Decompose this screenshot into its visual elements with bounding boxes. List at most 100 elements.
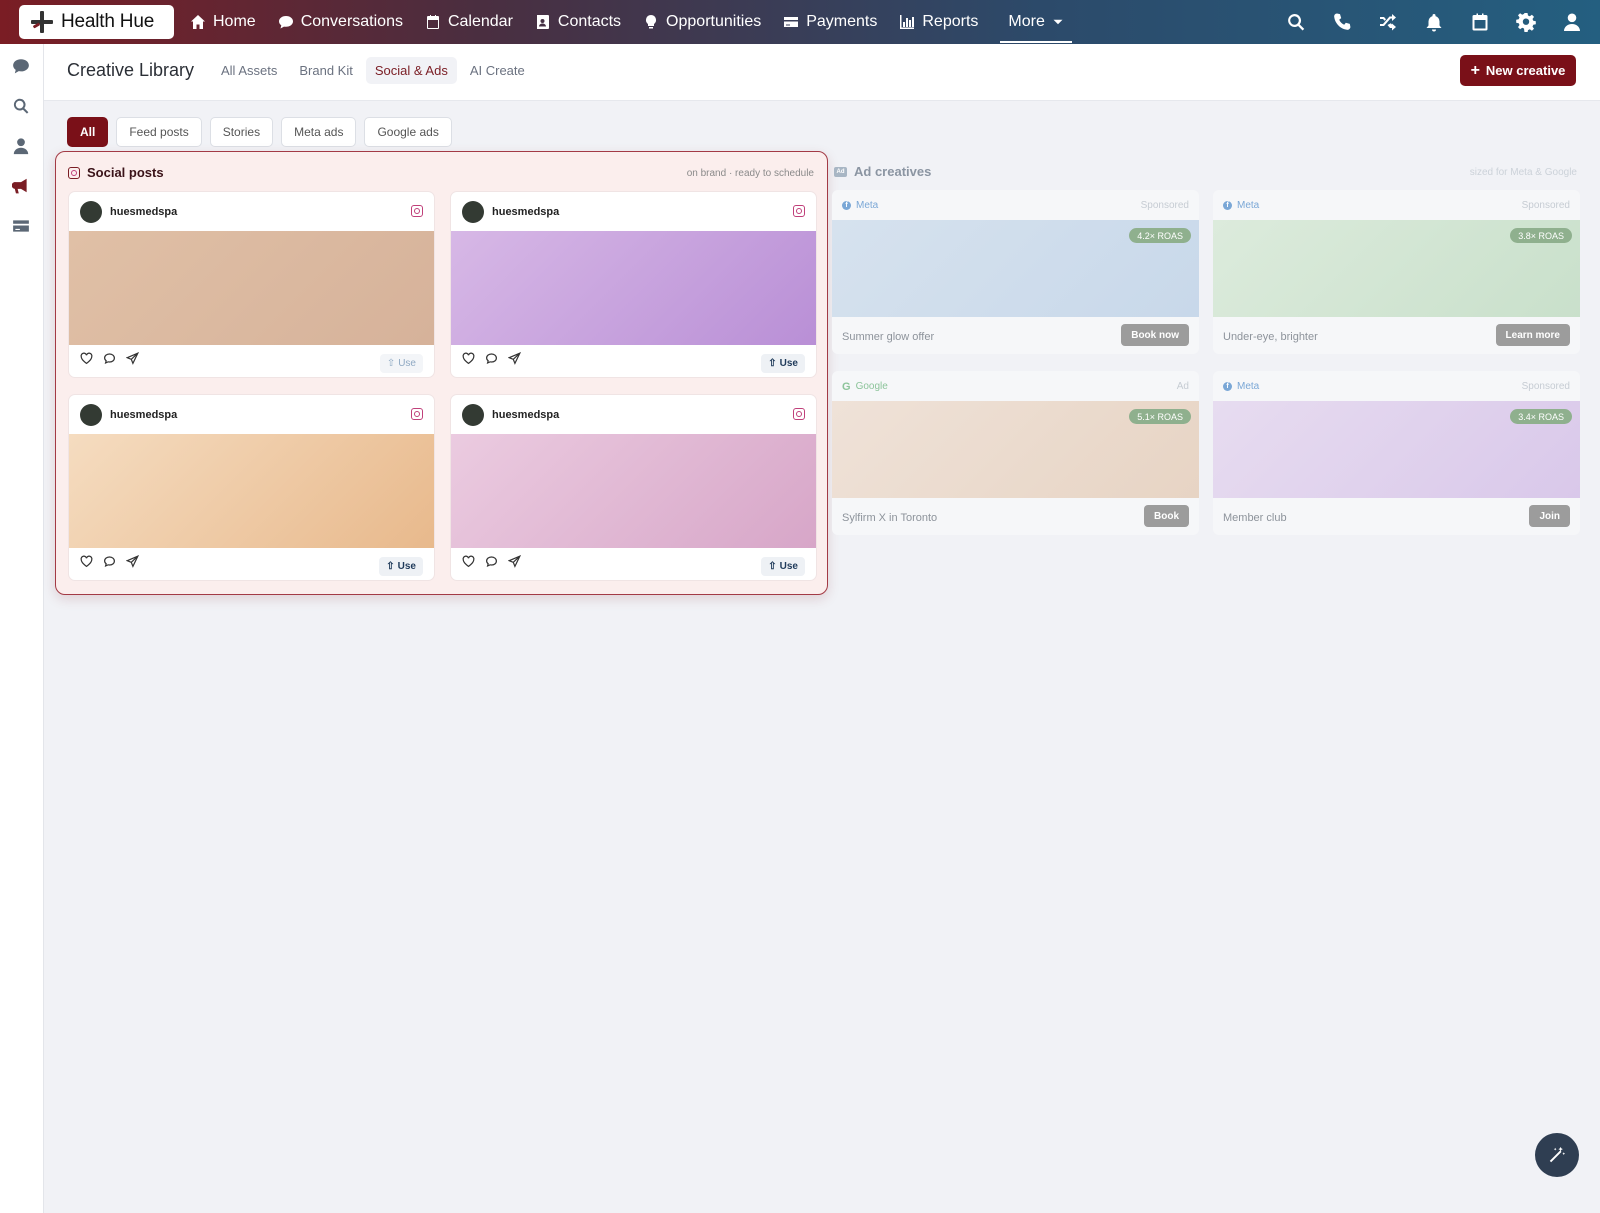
ad-creative-card[interactable]: f Meta Sponsored 3.4× ROAS Member club J… [1213,371,1580,535]
ai-magic-button[interactable] [1535,1133,1579,1177]
tab-all-assets[interactable]: All Assets [212,57,286,84]
sidebar-card-icon[interactable] [12,217,32,237]
nav-opportunities-label: Opportunities [666,13,762,30]
contact-card-icon [536,15,549,29]
ad-platform-label: Meta [856,200,879,211]
post-image [451,434,816,548]
ad-image: 4.2× ROAS [832,220,1199,317]
ad-tag: Sponsored [1140,200,1189,211]
calendar-icon[interactable] [1470,12,1490,32]
post-handle: huesmedspa [492,205,560,218]
use-label: Use [397,561,416,572]
chip-stories[interactable]: Stories [209,117,274,147]
ad-platform-label: Meta [1237,200,1260,211]
social-post-card[interactable]: huesmedspa ⇧ Use [450,191,817,378]
nav-reports[interactable]: Reports [899,0,978,44]
use-button[interactable]: ⇧ Use [761,557,805,576]
social-post-card[interactable]: huesmedspa ⇧ Use [68,191,435,378]
instagram-icon [793,408,805,420]
ad-creative-card[interactable]: f Meta Sponsored 3.8× ROAS Under-eye, br… [1213,190,1580,354]
social-posts-subtitle: on brand · ready to schedule [686,168,814,179]
share-icon[interactable] [126,352,139,365]
nav-home-label: Home [213,13,256,30]
comment-icon[interactable] [103,352,116,365]
ad-platform-label: Google [855,381,888,392]
social-post-card[interactable]: huesmedspa ⇧ Use [68,394,435,581]
tab-ai-create[interactable]: AI Create [461,57,534,84]
comment-icon[interactable] [485,352,498,365]
nav-conversations[interactable]: Conversations [278,0,403,44]
use-button[interactable]: ⇧ Use [379,354,423,373]
user-icon[interactable] [1562,12,1582,32]
meta-icon: f [842,201,851,210]
share-icon[interactable] [508,352,521,365]
nav-payments[interactable]: Payments [783,0,877,44]
ad-creatives-title: Ad creatives [854,164,932,179]
left-sidebar [0,44,44,1213]
sidebar-chat-icon[interactable] [12,57,32,77]
use-button[interactable]: ⇧ Use [761,354,805,373]
social-posts-title: Social posts [87,165,164,180]
caret-down-icon [1053,19,1063,25]
post-handle: huesmedspa [110,205,178,218]
ad-creative-card[interactable]: G Google Ad 5.1× ROAS Sylfirm X in Toron… [832,371,1199,535]
ad-cta-button[interactable]: Join [1529,505,1570,527]
heart-icon[interactable] [80,555,93,568]
google-icon: G [842,380,851,393]
share-icon[interactable] [126,555,139,568]
tab-brand-kit[interactable]: Brand Kit [290,57,361,84]
gear-icon[interactable] [1516,12,1536,32]
upload-icon: ⇧ [386,358,396,369]
ad-creative-card[interactable]: f Meta Sponsored 4.2× ROAS Summer glow o… [832,190,1199,354]
ad-creatives-subtitle: sized for Meta & Google [1469,167,1577,178]
shuffle-icon[interactable] [1378,12,1398,32]
chat-icon [278,16,293,29]
comment-icon[interactable] [485,555,498,568]
tab-social-ads[interactable]: Social & Ads [365,57,457,84]
social-post-card[interactable]: huesmedspa ⇧ Use [450,394,817,581]
lightbulb-icon [646,15,657,29]
heart-icon[interactable] [462,555,475,568]
ad-icon: Ad [834,166,847,177]
top-navigation: Health Hue Home Conversations Calendar C… [0,0,1600,44]
avatar [462,200,484,223]
share-icon[interactable] [508,555,521,568]
chip-feed-posts[interactable]: Feed posts [116,117,202,147]
ad-cta-button[interactable]: Learn more [1495,324,1570,346]
ad-caption: Summer glow offer [842,331,935,343]
post-image [69,231,434,345]
chip-all[interactable]: All [67,117,109,147]
bell-icon[interactable] [1424,12,1444,32]
nav-home[interactable]: Home [190,0,256,44]
meta-icon: f [1223,201,1232,210]
nav-calendar[interactable]: Calendar [425,0,513,44]
nav-contacts[interactable]: Contacts [535,0,621,44]
ad-tag: Sponsored [1521,381,1570,392]
phone-icon[interactable] [1332,12,1352,32]
comment-icon[interactable] [103,555,116,568]
search-icon[interactable] [1286,12,1306,32]
use-button[interactable]: ⇧ Use [379,557,423,576]
sidebar-megaphone-icon[interactable] [11,177,32,197]
brand-logo[interactable]: Health Hue [19,5,174,39]
ad-creatives-heading: Ad Ad creatives [834,164,931,179]
sidebar-search-icon[interactable] [12,97,32,117]
nav-contacts-label: Contacts [557,13,622,30]
sidebar-user-icon[interactable] [12,137,32,157]
chip-meta-ads[interactable]: Meta ads [281,117,357,147]
ad-tag: Ad [1176,381,1189,392]
ad-platform: f Meta [842,200,878,211]
new-creative-button[interactable]: + New creative [1460,55,1576,86]
ad-platform-label: Meta [1237,381,1260,392]
nav-opportunities[interactable]: Opportunities [643,0,761,44]
ad-cta-button[interactable]: Book [1144,505,1189,527]
ad-image: 5.1× ROAS [832,401,1199,498]
nav-more[interactable]: More [1000,3,1072,43]
ad-cta-button[interactable]: Book now [1121,324,1189,346]
heart-icon[interactable] [462,352,475,365]
page-title: Creative Library [67,60,195,80]
roas-badge: 3.4× ROAS [1510,409,1572,424]
heart-icon[interactable] [80,352,93,365]
chip-google-ads[interactable]: Google ads [364,117,452,147]
social-posts-panel: Social posts on brand · ready to schedul… [55,151,828,595]
